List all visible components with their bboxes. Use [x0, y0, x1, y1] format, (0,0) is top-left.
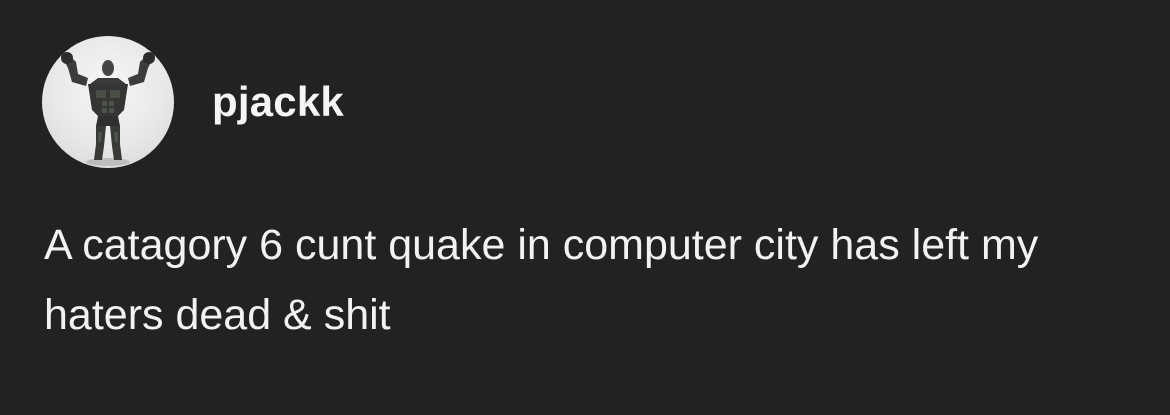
post-header: pjackk: [42, 36, 344, 168]
avatar[interactable]: [42, 36, 174, 168]
username[interactable]: pjackk: [212, 81, 344, 123]
post-text-content: A catagory 6 cunt quake in computer city…: [44, 221, 1039, 339]
muscular-figure-avatar-icon: [61, 52, 155, 166]
post-text: A catagory 6 cunt quake in computer city…: [44, 210, 1134, 350]
post-card: pjackk A catagory 6 cunt quake in comput…: [0, 0, 1170, 415]
